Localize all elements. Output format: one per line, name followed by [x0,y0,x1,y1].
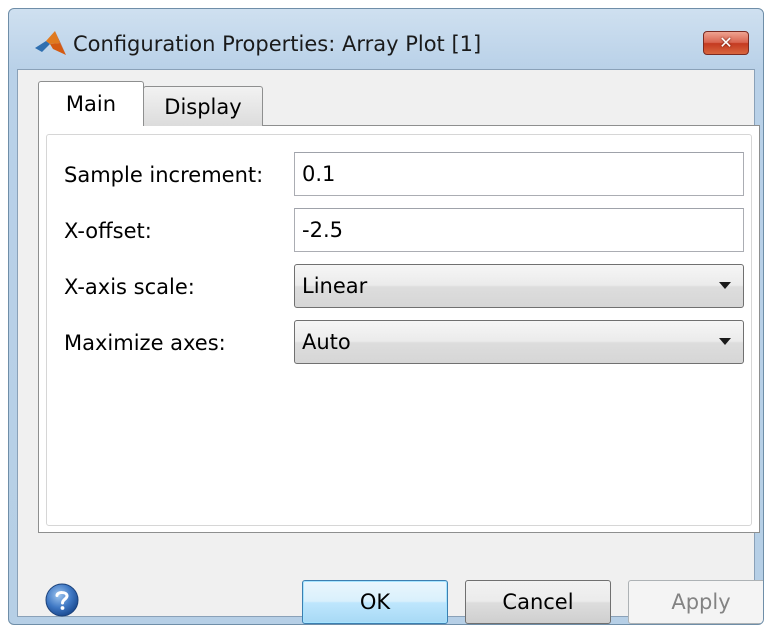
maximize-axes-label: Maximize axes: [64,331,226,355]
apply-button[interactable]: Apply [628,580,763,624]
x-axis-scale-dropdown[interactable]: Linear [294,264,744,308]
chevron-down-icon [719,282,731,289]
x-axis-scale-label: X-axis scale: [64,275,195,299]
x-axis-scale-value: Linear [302,274,368,298]
maximize-axes-dropdown[interactable]: Auto [294,320,744,364]
matlab-logo-icon [35,31,66,55]
close-button[interactable]: ✕ [703,31,749,55]
sample-increment-input[interactable]: 0.1 [294,152,744,196]
ok-button[interactable]: OK [302,580,448,624]
x-offset-input[interactable]: -2.5 [294,208,744,252]
title-bar[interactable]: Configuration Properties: Array Plot [1]… [9,9,763,69]
tab-display[interactable]: Display [143,86,263,126]
dialog-window: Configuration Properties: Array Plot [1]… [8,8,764,625]
maximize-axes-value: Auto [302,330,351,354]
chevron-down-icon [719,338,731,345]
cancel-button[interactable]: Cancel [465,580,611,624]
close-icon: ✕ [719,33,733,52]
tab-main[interactable]: Main [38,81,144,126]
x-offset-label: X-offset: [64,219,152,243]
help-icon[interactable] [44,582,80,618]
window-title: Configuration Properties: Array Plot [1] [73,32,482,56]
dialog-body: Main Display Sample increment: 0.1 X-off… [17,69,763,624]
sample-increment-label: Sample increment: [64,163,264,187]
properties-group: Sample increment: 0.1 X-offset: -2.5 X-a… [46,134,752,526]
